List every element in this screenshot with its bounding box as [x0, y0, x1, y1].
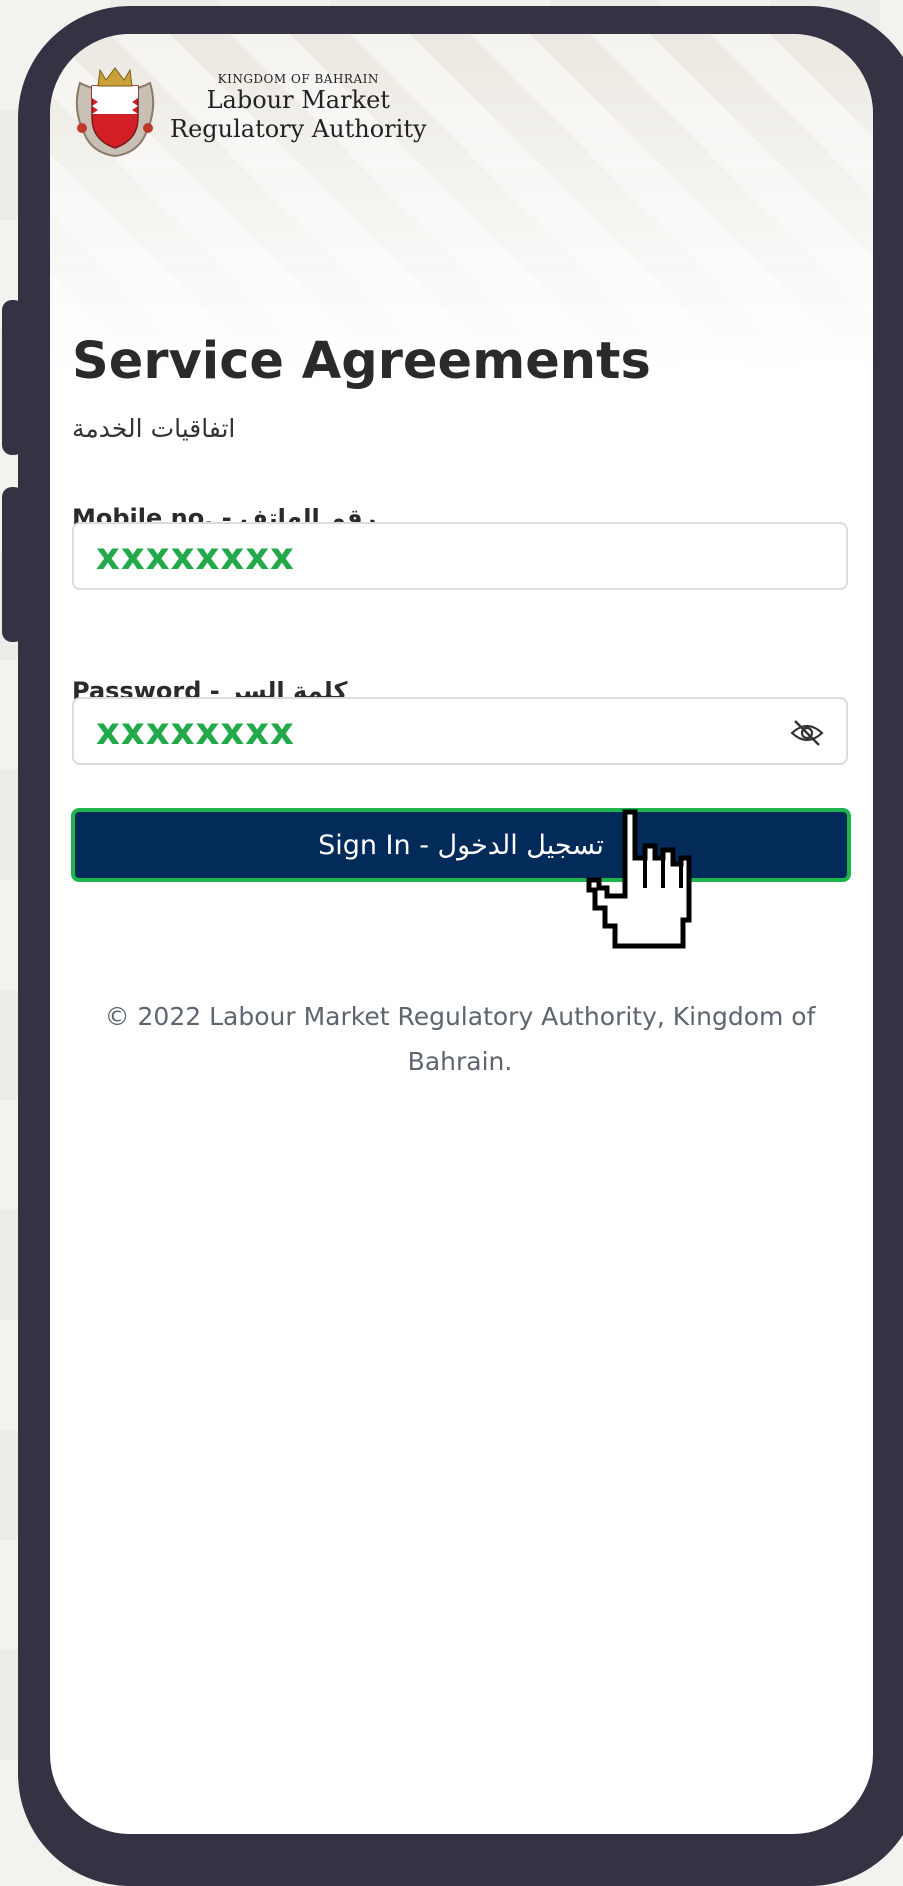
page-title: Service Agreements	[72, 332, 651, 391]
mobile-value: xxxxxxxx	[96, 534, 295, 578]
kingdom-label: KINGDOM OF BAHRAIN	[217, 72, 379, 86]
phone-side-button	[2, 300, 24, 455]
sign-in-label: Sign In - تسجيل الدخول	[318, 829, 604, 861]
password-field[interactable]: xxxxxxxx	[72, 697, 848, 765]
authority-name-line2: Regulatory Authority	[170, 115, 427, 143]
mobile-field[interactable]: xxxxxxxx	[72, 522, 848, 590]
sign-in-button[interactable]: Sign In - تسجيل الدخول	[71, 808, 851, 882]
lmra-logo: KINGDOM OF BAHRAIN Labour Market Regulat…	[70, 58, 427, 158]
password-value: xxxxxxxx	[96, 709, 295, 753]
copyright-footer: © 2022 Labour Market Regulatory Authorit…	[104, 1002, 816, 1076]
eye-slash-icon[interactable]	[790, 718, 824, 748]
phone-screen: KINGDOM OF BAHRAIN Labour Market Regulat…	[50, 34, 873, 1834]
authority-name-line1: Labour Market	[206, 86, 390, 114]
phone-side-button	[2, 487, 24, 642]
hand-cursor-icon	[586, 809, 692, 949]
emblem-icon	[75, 67, 155, 158]
page-subtitle-arabic: اتفاقيات الخدمة	[72, 414, 236, 443]
